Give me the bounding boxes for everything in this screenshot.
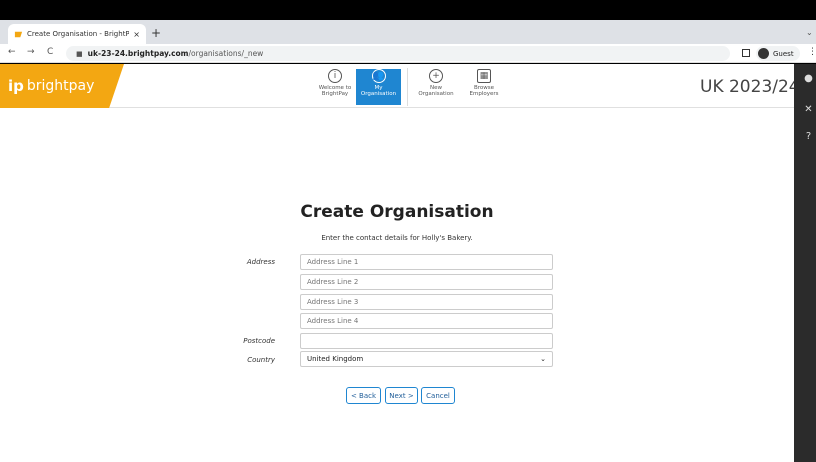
nav-browse-employers-line2: Employers <box>469 91 499 97</box>
page-title: Create Organisation <box>300 202 494 222</box>
nav-new-organisation[interactable]: + New Organisation <box>413 69 459 105</box>
postcode-label: Postcode <box>243 337 275 345</box>
postcode-field[interactable] <box>300 333 553 349</box>
nav-my-organisation-line2: Organisation <box>360 91 397 97</box>
address-line-2-field[interactable] <box>300 274 553 290</box>
side-panel-icon[interactable] <box>742 49 750 57</box>
profile-avatar-icon <box>758 48 769 59</box>
screen-top-bar <box>0 0 816 20</box>
nav-welcome-line2: BrightPay <box>321 91 349 97</box>
back-button[interactable]: < Back <box>346 387 381 404</box>
browser-tab[interactable]: Create Organisation - BrightPay × <box>8 24 146 44</box>
nav-my-organisation[interactable]: 👥 My Organisation <box>356 69 401 105</box>
nav-browse-employers[interactable]: ▦ Browse Employers <box>461 69 507 105</box>
tab-close-icon[interactable]: × <box>133 30 140 39</box>
next-button[interactable]: Next > <box>385 387 418 404</box>
url-field[interactable]: ■ uk-23-24.brightpay.com/organisations/_… <box>66 46 730 61</box>
country-value: United Kingdom <box>307 355 364 363</box>
tools-icon[interactable]: ✕ <box>803 104 814 115</box>
back-arrow-icon[interactable]: ← <box>8 47 16 57</box>
profile-button[interactable]: Guest <box>756 46 800 61</box>
url-host: uk-23-24.brightpay.com <box>87 49 189 58</box>
cancel-button[interactable]: Cancel <box>421 387 455 404</box>
reload-icon[interactable]: C <box>47 47 53 57</box>
right-rail <box>794 64 816 462</box>
address-line-4-field[interactable] <box>300 313 553 329</box>
country-label: Country <box>247 356 275 364</box>
people-icon: 👥 <box>371 69 386 83</box>
brightpay-logo[interactable]: ip brightpay <box>0 64 124 108</box>
help-icon[interactable]: ? <box>803 131 814 142</box>
address-label: Address <box>246 258 275 266</box>
nav-new-organisation-line2: Organisation <box>418 91 454 97</box>
country-select[interactable]: United Kingdom ⌄ <box>300 351 553 367</box>
page-subtitle: Enter the contact details for Holly's Ba… <box>321 234 473 242</box>
info-icon: i <box>328 69 342 83</box>
nav-separator <box>402 68 408 106</box>
brightpay-logo-text: brightpay <box>26 78 95 94</box>
lock-icon: ■ <box>76 49 83 58</box>
brightpay-favicon-icon <box>14 31 23 37</box>
nav-welcome[interactable]: i Welcome to BrightPay <box>312 69 358 105</box>
url-path: /organisations/_new <box>188 49 264 58</box>
address-line-3-field[interactable] <box>300 294 553 310</box>
tax-year-label: UK 2023/24 <box>700 77 800 97</box>
browser-menu-icon[interactable]: ⋮ <box>808 47 816 57</box>
new-tab-button[interactable]: + <box>151 26 161 40</box>
forward-arrow-icon[interactable]: → <box>27 47 35 57</box>
chevron-down-icon: ⌄ <box>540 355 546 363</box>
tab-search-icon[interactable]: ⌄ <box>806 28 813 37</box>
profile-label: Guest <box>773 49 794 58</box>
building-icon: ▦ <box>477 69 491 83</box>
user-icon[interactable]: ● <box>803 73 814 84</box>
plus-circle-icon: + <box>429 69 443 83</box>
tab-title: Create Organisation - BrightPay <box>27 30 130 38</box>
address-line-1-field[interactable] <box>300 254 553 270</box>
brightpay-logo-mark: ip <box>8 77 24 95</box>
